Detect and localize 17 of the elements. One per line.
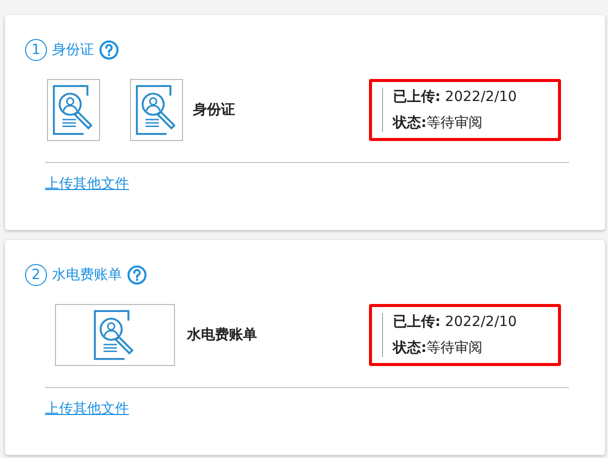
help-icon[interactable] — [127, 265, 147, 285]
upload-other-files-link[interactable]: 上传其他文件 — [45, 400, 129, 418]
upload-other-files-link[interactable]: 上传其他文件 — [45, 175, 129, 193]
step-number: 1 — [25, 39, 47, 61]
document-thumbnail[interactable] — [55, 304, 175, 366]
upload-date: 已上传: 2022/2/10 — [393, 313, 518, 331]
review-status: 状态:等待审阅 — [393, 339, 484, 357]
step-number: 2 — [25, 264, 47, 286]
section-title: 水电费账单 — [52, 266, 122, 284]
document-thumbnail[interactable] — [47, 79, 100, 141]
upload-date: 已上传: 2022/2/10 — [393, 88, 518, 106]
help-icon[interactable] — [99, 40, 119, 60]
section-title: 身份证 — [52, 41, 94, 59]
document-label: 水电费账单 — [187, 326, 258, 344]
review-status: 状态:等待审阅 — [393, 114, 484, 132]
document-label: 身份证 — [193, 101, 236, 119]
document-thumbnail[interactable] — [130, 79, 183, 141]
